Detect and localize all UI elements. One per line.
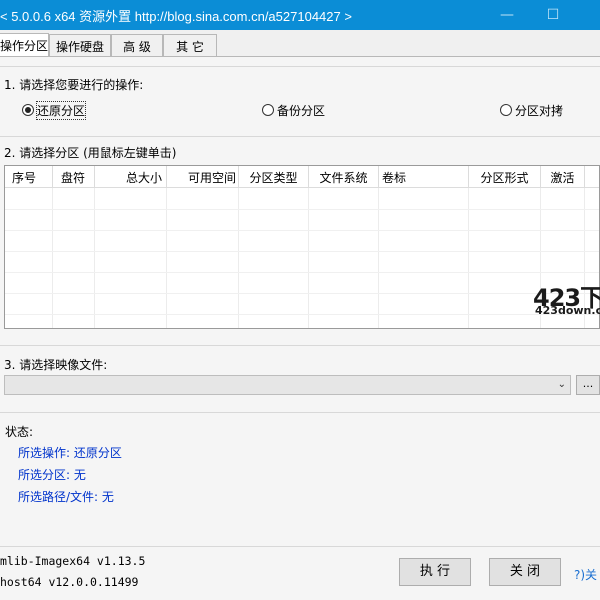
tab-other[interactable]: 其 它: [163, 34, 217, 56]
radio-unselected-icon: [262, 104, 274, 116]
divider: [0, 345, 600, 346]
tab-partition[interactable]: 操作分区: [0, 33, 49, 57]
step1-label: 1. 请选择您要进行的操作:: [4, 78, 144, 92]
grid-line: [5, 251, 599, 252]
radio-selected-icon: [22, 104, 34, 116]
column-header[interactable]: 序号: [5, 166, 53, 188]
table-header: 序号 盘符 总大小 可用空间 分区类型 文件系统 卷标 分区形式 激活: [5, 166, 599, 188]
column-header[interactable]: 激活: [541, 166, 585, 188]
radio-unselected-icon: [500, 104, 512, 116]
divider: [0, 66, 600, 67]
grid-line: [5, 293, 599, 294]
image-file-combobox[interactable]: ⌄: [4, 375, 571, 395]
grid-line: [5, 314, 599, 315]
step2-label: 2. 请选择分区 (用鼠标左键单击): [4, 146, 177, 160]
chevron-down-icon[interactable]: ⌄: [558, 379, 566, 390]
title-bar: < 5.0.0.6 x64 资源外置 http://blog.sina.com.…: [0, 0, 600, 30]
watermark-small: 423down.com: [535, 304, 600, 317]
divider: [0, 546, 600, 547]
column-header[interactable]: 可用空间: [167, 166, 239, 188]
tab-strip: 操作分区 操作硬盘 高 级 其 它: [0, 33, 600, 57]
radio-backup-label: 备份分区: [277, 103, 326, 118]
help-link[interactable]: ?)关: [574, 566, 597, 583]
close-button[interactable]: 关 闭: [489, 558, 561, 586]
version-ghost: host64 v12.0.0.11499: [0, 575, 139, 589]
divider: [0, 136, 600, 137]
execute-button[interactable]: 执 行: [399, 558, 471, 586]
status-label: 状态:: [5, 425, 34, 439]
minimize-icon[interactable]: —: [484, 0, 530, 30]
maximize-icon[interactable]: ☐: [530, 0, 576, 30]
column-header[interactable]: 分区类型: [239, 166, 309, 188]
status-partition: 所选分区: 无: [18, 468, 86, 482]
column-header[interactable]: 文件系统: [309, 166, 379, 188]
grid-line: [5, 209, 599, 210]
step3-label: 3. 请选择映像文件:: [4, 358, 108, 372]
column-header[interactable]: 卷标: [379, 166, 469, 188]
status-operation: 所选操作: 还原分区: [18, 446, 122, 460]
radio-copy-label: 分区对拷: [515, 103, 564, 118]
browse-button[interactable]: ...: [576, 375, 600, 395]
column-header[interactable]: 总大小: [95, 166, 167, 188]
column-header[interactable]: 盘符: [53, 166, 95, 188]
radio-restore[interactable]: 还原分区: [22, 100, 87, 120]
column-header[interactable]: 分区形式: [469, 166, 541, 188]
status-path: 所选路径/文件: 无: [18, 490, 114, 504]
radio-copy[interactable]: 分区对拷: [500, 102, 563, 118]
partition-table[interactable]: 序号 盘符 总大小 可用空间 分区类型 文件系统 卷标 分区形式 激活: [4, 165, 600, 329]
tab-advanced[interactable]: 高 级: [111, 34, 163, 56]
radio-backup[interactable]: 备份分区: [262, 102, 325, 118]
tab-disk[interactable]: 操作硬盘: [49, 34, 111, 56]
watermark-logo: 423下 423down.com: [533, 278, 600, 328]
radio-restore-label: 还原分区: [35, 100, 87, 120]
grid-line: [5, 272, 599, 273]
divider: [0, 412, 600, 413]
grid-line: [5, 230, 599, 231]
version-imagex: mlib-Imagex64 v1.13.5: [0, 554, 146, 568]
window-title: < 5.0.0.6 x64 资源外置 http://blog.sina.com.…: [0, 9, 352, 24]
